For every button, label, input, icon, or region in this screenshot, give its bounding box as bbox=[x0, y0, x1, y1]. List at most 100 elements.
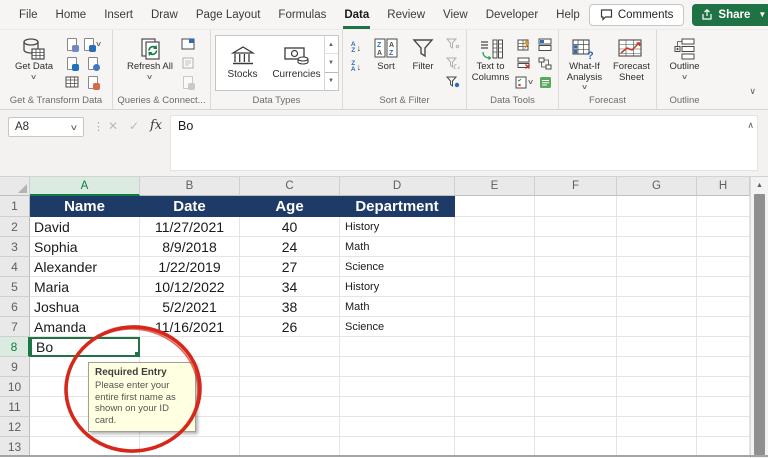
cell-C12[interactable] bbox=[240, 417, 340, 437]
recent-sources-icon[interactable] bbox=[83, 54, 103, 72]
tab-insert[interactable]: Insert bbox=[95, 0, 142, 29]
cell-F8[interactable] bbox=[535, 337, 617, 357]
cancel-entry-icon[interactable]: ✕ bbox=[108, 119, 118, 133]
column-header-h[interactable]: H bbox=[697, 177, 750, 196]
select-all-corner[interactable] bbox=[0, 177, 30, 196]
collapse-formula-bar-icon[interactable]: ∧ bbox=[747, 120, 754, 131]
row-header-4[interactable]: 4 bbox=[0, 257, 30, 277]
column-header-e[interactable]: E bbox=[455, 177, 535, 196]
cell-D3[interactable]: Math bbox=[340, 237, 455, 257]
cell-C3[interactable]: 24 bbox=[240, 237, 340, 257]
cell-H5[interactable] bbox=[697, 277, 750, 297]
cell-G9[interactable] bbox=[617, 357, 697, 377]
row-header-6[interactable]: 6 bbox=[0, 297, 30, 317]
cell-C1[interactable]: Age bbox=[240, 196, 340, 217]
share-dropdown-chevron[interactable]: ▼ bbox=[758, 10, 766, 19]
row-header-7[interactable]: 7 bbox=[0, 317, 30, 337]
consolidate-icon[interactable] bbox=[535, 35, 555, 53]
formula-input[interactable]: Bo bbox=[170, 115, 758, 171]
cell-E4[interactable] bbox=[455, 257, 535, 277]
filter-button[interactable]: Filter bbox=[406, 33, 440, 73]
outline-button[interactable]: Outline ∨ bbox=[660, 33, 709, 83]
share-button[interactable]: Share ▼ bbox=[692, 3, 768, 26]
gallery-up-icon[interactable]: ▲ bbox=[325, 36, 338, 53]
forecast-sheet-button[interactable]: Forecast Sheet bbox=[610, 33, 653, 83]
row-header-12[interactable]: 12 bbox=[0, 417, 30, 437]
gallery-down-icon[interactable]: ▼ bbox=[324, 53, 338, 71]
cell-D9[interactable] bbox=[340, 357, 455, 377]
tab-formulas[interactable]: Formulas bbox=[269, 0, 335, 29]
row-header-10[interactable]: 10 bbox=[0, 377, 30, 397]
cell-G4[interactable] bbox=[617, 257, 697, 277]
cell-A6[interactable]: Joshua bbox=[30, 297, 140, 317]
column-header-a[interactable]: A bbox=[30, 177, 140, 196]
reapply-filter-icon[interactable] bbox=[443, 54, 463, 72]
cell-E9[interactable] bbox=[455, 357, 535, 377]
cell-E5[interactable] bbox=[455, 277, 535, 297]
cell-A4[interactable]: Alexander bbox=[30, 257, 140, 277]
cell-F12[interactable] bbox=[535, 417, 617, 437]
column-header-c[interactable]: C bbox=[240, 177, 340, 196]
cell-D8[interactable] bbox=[340, 337, 455, 357]
cell-A1[interactable]: Name bbox=[30, 196, 140, 217]
cell-H13[interactable] bbox=[697, 437, 750, 457]
name-box-chevron[interactable]: ∨ bbox=[70, 123, 79, 132]
cell-H11[interactable] bbox=[697, 397, 750, 417]
tab-developer[interactable]: Developer bbox=[477, 0, 547, 29]
cell-E7[interactable] bbox=[455, 317, 535, 337]
tab-help[interactable]: Help bbox=[547, 0, 589, 29]
currencies-button[interactable]: Currencies bbox=[270, 36, 324, 90]
cell-G7[interactable] bbox=[617, 317, 697, 337]
queries-connections-icon[interactable] bbox=[178, 35, 198, 53]
cell-H10[interactable] bbox=[697, 377, 750, 397]
fill-handle[interactable] bbox=[134, 351, 138, 355]
cell-B13[interactable] bbox=[140, 437, 240, 457]
existing-connections-icon[interactable] bbox=[62, 73, 82, 91]
refresh-all-button[interactable]: Refresh All ∨ bbox=[125, 33, 175, 83]
stocks-button[interactable]: Stocks bbox=[216, 36, 270, 90]
cell-E1[interactable] bbox=[455, 196, 535, 217]
manage-data-model-icon[interactable] bbox=[535, 73, 555, 91]
cell-H6[interactable] bbox=[697, 297, 750, 317]
remove-duplicates-icon[interactable] bbox=[514, 54, 534, 72]
name-box[interactable]: A8 ∨ bbox=[8, 117, 84, 137]
cell-G6[interactable] bbox=[617, 297, 697, 317]
tab-home[interactable]: Home bbox=[47, 0, 96, 29]
from-text-csv-icon[interactable] bbox=[62, 35, 82, 53]
cell-B2[interactable]: 11/27/2021 bbox=[140, 217, 240, 237]
data-validation-icon[interactable]: ∨ bbox=[514, 73, 534, 91]
comments-button[interactable]: Comments bbox=[588, 3, 685, 26]
cell-H2[interactable] bbox=[697, 217, 750, 237]
cell-C7[interactable]: 26 bbox=[240, 317, 340, 337]
cell-H1[interactable] bbox=[697, 196, 750, 217]
cell-H9[interactable] bbox=[697, 357, 750, 377]
advanced-filter-icon[interactable] bbox=[443, 73, 463, 91]
insert-function-icon[interactable]: fx bbox=[150, 118, 162, 133]
text-to-columns-button[interactable]: Text to Columns bbox=[470, 33, 511, 83]
cell-F3[interactable] bbox=[535, 237, 617, 257]
cell-H4[interactable] bbox=[697, 257, 750, 277]
cell-A3[interactable]: Sophia bbox=[30, 237, 140, 257]
cell-H12[interactable] bbox=[697, 417, 750, 437]
column-header-g[interactable]: G bbox=[617, 177, 697, 196]
cell-B8[interactable] bbox=[140, 337, 240, 357]
cell-C9[interactable] bbox=[240, 357, 340, 377]
cell-D1[interactable]: Department bbox=[340, 196, 455, 217]
cell-F7[interactable] bbox=[535, 317, 617, 337]
cell-C5[interactable]: 34 bbox=[240, 277, 340, 297]
cell-D7[interactable]: Science bbox=[340, 317, 455, 337]
cell-E10[interactable] bbox=[455, 377, 535, 397]
cell-C10[interactable] bbox=[240, 377, 340, 397]
sort-ascending-icon[interactable]: A Z ↓ bbox=[346, 39, 366, 57]
cell-F10[interactable] bbox=[535, 377, 617, 397]
column-header-f[interactable]: F bbox=[535, 177, 617, 196]
clear-filter-icon[interactable] bbox=[443, 35, 463, 53]
cell-G11[interactable] bbox=[617, 397, 697, 417]
cell-G3[interactable] bbox=[617, 237, 697, 257]
cell-F13[interactable] bbox=[535, 437, 617, 457]
cell-C4[interactable]: 27 bbox=[240, 257, 340, 277]
tab-view[interactable]: View bbox=[434, 0, 477, 29]
collapse-ribbon-icon[interactable]: ∨ bbox=[749, 86, 756, 97]
cell-E8[interactable] bbox=[455, 337, 535, 357]
properties-icon[interactable] bbox=[178, 54, 198, 72]
